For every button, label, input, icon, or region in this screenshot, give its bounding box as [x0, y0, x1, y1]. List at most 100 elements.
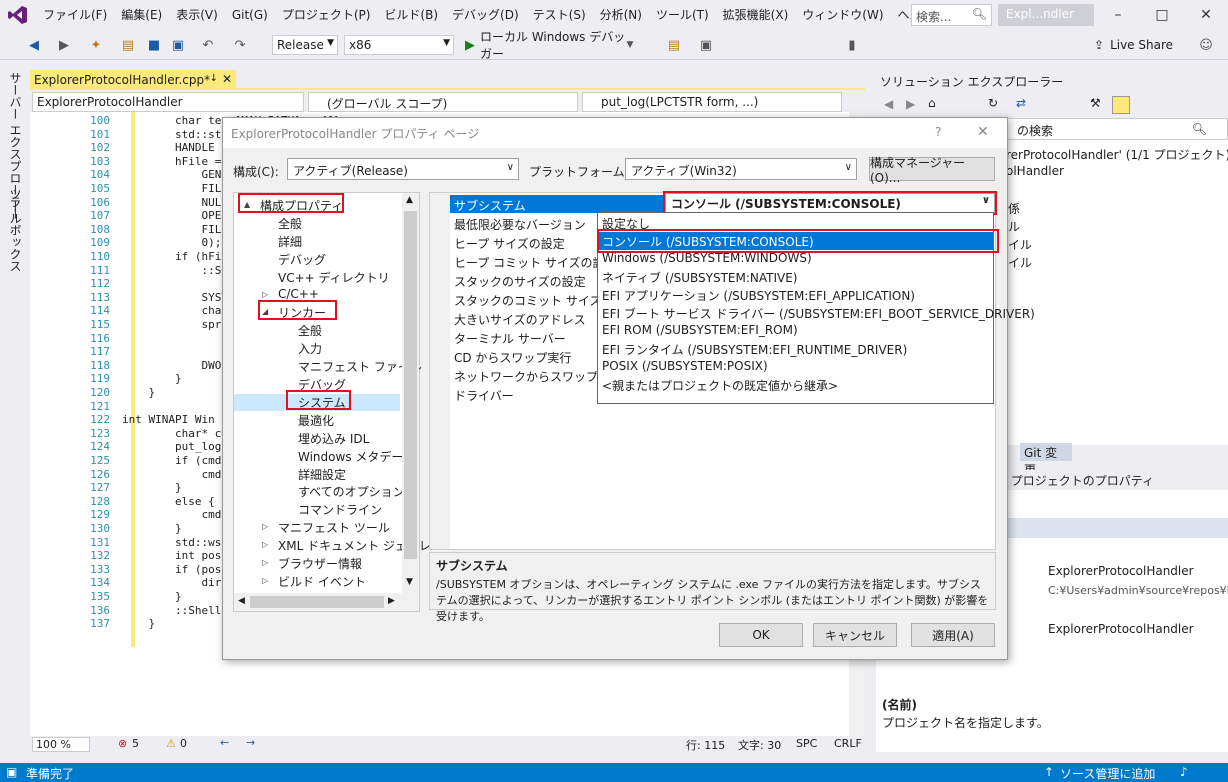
home-icon[interactable]: ⌂ — [928, 96, 936, 110]
live-share-button[interactable]: ⇪ Live Share — [1094, 35, 1194, 55]
close-icon[interactable]: ✕ — [222, 72, 232, 86]
save-icon[interactable]: ■ — [144, 35, 164, 55]
property-name[interactable]: ヒープ コミット サイズの設定 — [454, 254, 617, 271]
menu-item[interactable]: プロジェクト(P) — [275, 0, 378, 30]
tree-item[interactable]: 最適化 — [298, 412, 334, 429]
back-icon[interactable]: ← — [220, 736, 229, 749]
chevron-down-icon[interactable]: ▼ — [406, 577, 413, 587]
forward-icon[interactable]: ▶ — [56, 35, 72, 55]
tree-item[interactable]: 入力 — [298, 340, 322, 357]
zoom-select[interactable]: 100 % — [32, 737, 90, 752]
forward-icon[interactable]: ▶ — [906, 97, 915, 111]
wrench-icon[interactable]: ⚒ — [1090, 96, 1101, 110]
menu-item[interactable]: ツール(T) — [649, 0, 716, 30]
menu-item[interactable]: ウィンドウ(W) — [795, 0, 890, 30]
source-control-button[interactable]: ソース管理に追加 — [1060, 765, 1155, 782]
project-node[interactable]: olHandler — [1006, 164, 1064, 178]
tree-item[interactable]: 埋め込み IDL — [298, 430, 369, 447]
forward-icon[interactable]: → — [246, 736, 255, 749]
property-name[interactable]: CD からスワップ実行 — [454, 349, 571, 366]
redo-icon[interactable]: ↷ — [230, 35, 250, 55]
undo-icon[interactable]: ↶ — [198, 35, 218, 55]
tree-node[interactable]: 係 — [1008, 200, 1020, 217]
chevron-right-icon[interactable]: ▷ — [262, 522, 268, 531]
dropdown-option[interactable]: EFI ROM (/SUBSYSTEM:EFI_ROM) — [598, 322, 993, 340]
chevron-right-icon[interactable]: ▷ — [262, 576, 268, 585]
maximize-button[interactable]: □ — [1140, 0, 1184, 30]
code-line[interactable]: else { — [122, 495, 215, 508]
code-line[interactable]: } — [122, 590, 182, 603]
chevron-down-icon[interactable]: ▼ — [624, 35, 636, 55]
back-icon[interactable]: ◀ — [24, 35, 44, 55]
property-value[interactable]: C:¥Users¥admin¥source¥repos¥Ex — [1048, 584, 1228, 597]
property-name[interactable]: ターミナル サーバー — [454, 330, 566, 347]
search-input[interactable]: 検索... 🔍︎ — [911, 4, 992, 26]
code-line[interactable]: } — [122, 372, 182, 385]
chevron-right-icon[interactable]: ▷ — [262, 290, 268, 299]
menu-item[interactable]: テスト(S) — [526, 0, 593, 30]
editor-tab[interactable]: ExplorerProtocolHandler.cpp* ↓ ✕ — [30, 70, 236, 90]
code-line[interactable]: NULL, — [122, 196, 234, 209]
property-value[interactable]: ExplorerProtocolHandler — [1048, 564, 1194, 578]
property-name[interactable]: ドライバー — [454, 387, 514, 404]
tree-item[interactable]: 詳細設定 — [298, 466, 346, 483]
tree-item[interactable]: デバッグ — [278, 251, 326, 268]
solution-node[interactable]: rerProtocolHandler' (1/1 プロジェクト) — [1006, 146, 1228, 163]
tree-node[interactable]: イル — [1008, 236, 1032, 253]
tree-scrollbar[interactable]: ▲ ▼ — [402, 193, 419, 593]
config-select[interactable]: アクティブ(Release) ∨ — [287, 158, 519, 180]
dropdown-option[interactable]: POSIX (/SUBSYSTEM:POSIX) — [598, 358, 993, 376]
back-icon[interactable]: ◀ — [884, 97, 893, 111]
menu-item[interactable]: 分析(N) — [593, 0, 649, 30]
code-line[interactable]: } — [122, 386, 155, 399]
menu-item[interactable]: ファイル(F) — [36, 0, 114, 30]
menu-item[interactable]: 表示(V) — [169, 0, 225, 30]
minimize-button[interactable]: – — [1096, 0, 1140, 30]
chevron-right-icon[interactable]: ▷ — [262, 558, 268, 567]
chevron-right-icon[interactable]: ▶ — [388, 596, 395, 606]
tree-node[interactable]: ル — [1008, 218, 1020, 235]
error-count[interactable]: 5 — [132, 737, 139, 750]
warning-count[interactable]: 0 — [180, 737, 187, 750]
property-name[interactable]: スタックのサイズの設定 — [454, 273, 586, 290]
bell-icon[interactable]: ♪ — [1180, 765, 1188, 779]
pin-icon[interactable]: ↓ — [210, 73, 218, 84]
tree-item[interactable]: C/C++ — [278, 287, 319, 301]
platform-select[interactable]: x86 ▼ — [344, 35, 454, 55]
menu-item[interactable]: ビルド(B) — [377, 0, 445, 30]
tree-item[interactable]: ビルド イベント — [278, 573, 366, 590]
property-name[interactable]: スタックのコミット サイズ — [454, 292, 601, 309]
help-button[interactable]: ? — [935, 125, 941, 139]
ok-button[interactable]: OK — [719, 623, 803, 647]
tree-item[interactable]: すべてのオプション — [298, 483, 405, 500]
scroll-thumb[interactable] — [404, 211, 417, 559]
apply-button[interactable]: 適用(A) — [911, 623, 995, 647]
code-line[interactable]: if (hFile — [122, 250, 235, 263]
cancel-button[interactable]: キャンセル — [813, 623, 897, 647]
tree-item[interactable]: コマンドライン — [298, 501, 382, 518]
dropdown-option[interactable]: ネイティブ (/SUBSYSTEM:NATIVE) — [598, 268, 993, 286]
tree-item[interactable]: マニフェスト ツール — [278, 519, 390, 536]
code-line[interactable]: } — [122, 617, 155, 630]
dropdown-option[interactable]: EFI ブート サービス ドライバー (/SUBSYSTEM:EFI_BOOT_… — [598, 304, 1035, 322]
close-button[interactable]: ✕ — [1184, 0, 1228, 30]
play-icon[interactable]: ▶ — [462, 35, 478, 55]
chevron-right-icon[interactable]: ▷ — [262, 540, 268, 549]
git-changes-tab[interactable]: Git 変更 — [1020, 443, 1072, 477]
start-debugger-button[interactable]: ローカル Windows デバッガー — [480, 30, 632, 61]
menu-item[interactable]: Git(G) — [225, 0, 275, 30]
code-line[interactable]: } — [122, 522, 182, 535]
property-name[interactable]: サブシステム — [454, 197, 526, 214]
config-select[interactable]: Release ▼ — [272, 35, 338, 55]
chevron-up-icon[interactable]: ▲ — [406, 195, 413, 205]
dropdown-option[interactable]: EFI アプリケーション (/SUBSYSTEM:EFI_APPLICATION… — [598, 286, 993, 304]
hscroll-thumb[interactable] — [250, 596, 384, 608]
close-button[interactable]: ✕ — [977, 124, 989, 140]
config-manager-button[interactable]: 構成マネージャー(O)... — [869, 156, 995, 185]
feedback-icon[interactable]: ☺ — [1196, 35, 1216, 55]
dropdown-option[interactable]: <親またはプロジェクトの既定値から継承> — [598, 376, 993, 394]
property-value[interactable]: ExplorerProtocolHandler — [1048, 622, 1194, 636]
tree-item[interactable]: VC++ ディレクトリ — [278, 269, 390, 286]
menu-item[interactable]: 拡張機能(X) — [716, 0, 796, 30]
preview-toggle[interactable] — [1112, 96, 1130, 114]
